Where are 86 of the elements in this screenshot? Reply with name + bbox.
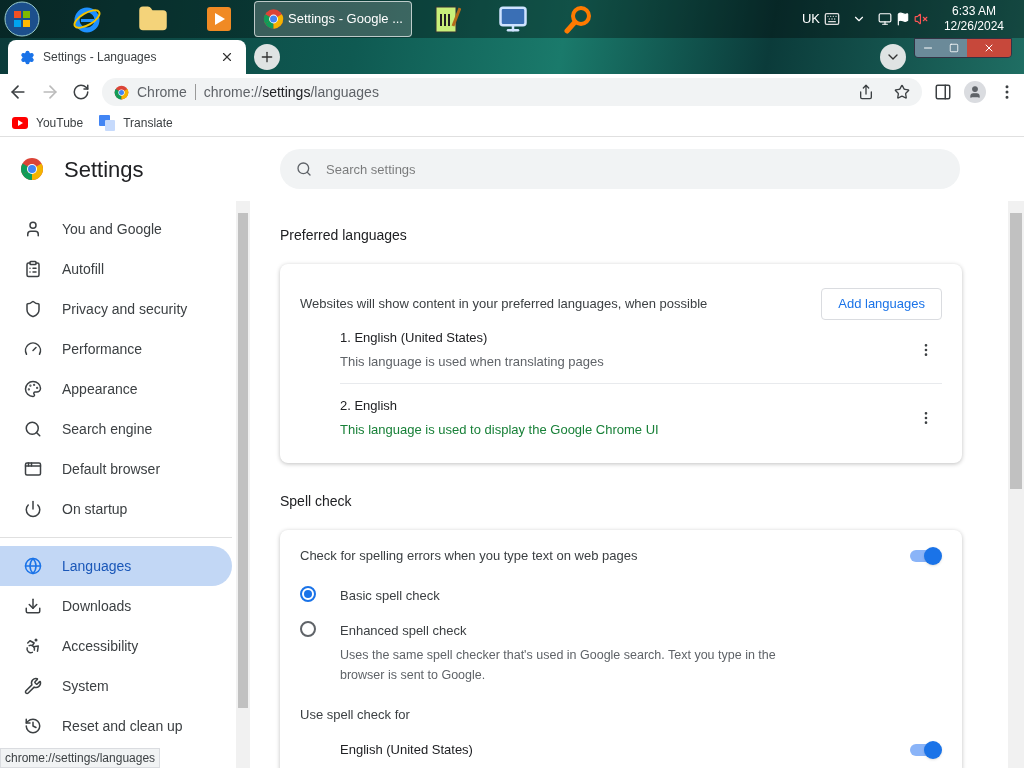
tab-search-button[interactable]	[880, 44, 906, 70]
bookmark-link[interactable]: YouTube	[12, 114, 84, 132]
share-icon[interactable]	[858, 84, 874, 100]
reload-icon[interactable]	[72, 83, 90, 101]
language-note: This language is used when translating pages	[340, 352, 605, 371]
search-icon	[24, 420, 42, 438]
option-description: Uses the same spell checker that's used in Google search. Text you type in the browser is sent to Google.	[340, 646, 777, 684]
notepad-icon[interactable]	[433, 4, 461, 34]
settings-title: Settings	[64, 155, 144, 184]
scrollbar[interactable]	[1008, 201, 1024, 768]
language-note: This language is used to display the Google Chrome UI	[340, 420, 660, 439]
search-field[interactable]: Search settings	[280, 149, 960, 189]
profile-avatar[interactable]	[964, 81, 986, 103]
card-description: Websites will show content in your preferred languages, when possible	[300, 295, 708, 314]
clock-date[interactable]: 12/26/2024	[943, 19, 1004, 34]
tab-title: Settings - Languages	[43, 49, 158, 66]
chrome-logo-icon	[20, 157, 44, 181]
setting-label: Check for spelling errors when you type text on web pages	[300, 547, 638, 565]
sidebar-item[interactable]: Downloads	[0, 586, 232, 626]
sidebar-item[interactable]: Privacy and security	[0, 289, 232, 329]
status-bubble: chrome://settings/languages	[0, 748, 161, 768]
maximize-icon	[949, 43, 959, 53]
monitor-icon[interactable]	[498, 4, 528, 34]
url-text: chrome://settings/languages	[203, 82, 379, 102]
close-tab-icon[interactable]	[220, 50, 234, 64]
radio-button[interactable]	[300, 585, 316, 602]
gauge-icon	[24, 340, 42, 358]
plus-icon	[259, 49, 275, 65]
search-icon	[296, 161, 312, 177]
keyboard-icon[interactable]	[823, 11, 840, 27]
sidebar-item[interactable]: Autofill	[0, 249, 232, 289]
scrollbar[interactable]	[236, 201, 250, 768]
translate-icon	[99, 115, 116, 131]
sidebar-item[interactable]: Appearance	[0, 369, 232, 409]
language-name: 2. English	[340, 397, 399, 415]
person-figure-icon	[24, 637, 42, 655]
bookmark-star-icon[interactable]	[894, 84, 910, 100]
download-icon	[24, 597, 42, 615]
site-label: Chrome	[137, 82, 187, 102]
new-tab-button[interactable]	[254, 44, 280, 70]
sidebar-item[interactable]: Languages	[0, 546, 232, 586]
sidebar-item[interactable]: You and Google	[0, 209, 232, 249]
taskbar-chrome-button[interactable]: Settings - Google ...	[254, 1, 412, 37]
gear-icon	[20, 49, 35, 65]
section-heading: Preferred languages	[280, 226, 408, 245]
add-languages-button[interactable]: Add languages	[821, 288, 942, 320]
media-player-icon[interactable]	[205, 5, 233, 33]
network-icon[interactable]	[877, 12, 892, 26]
sidebar-item[interactable]: Reset and clean up	[0, 706, 232, 746]
section-heading: Spell check	[280, 492, 353, 511]
sidebar-item[interactable]: Default browser	[0, 449, 232, 489]
option-label: Basic spell check	[340, 586, 441, 605]
play-logo-icon	[12, 117, 28, 129]
globe-icon	[24, 557, 42, 575]
site-icon	[114, 84, 129, 100]
spell-check-toggle[interactable]	[910, 546, 942, 565]
sidebar-item[interactable]: On startup	[0, 489, 232, 529]
search-icon[interactable]	[564, 4, 594, 34]
history-icon	[24, 717, 42, 735]
start-orb-icon[interactable]	[4, 1, 40, 37]
browser-tab[interactable]: Settings - Languages	[8, 40, 246, 74]
bookmark-link[interactable]: Translate	[99, 114, 173, 132]
person-icon	[24, 220, 42, 238]
muted-speaker-icon[interactable]	[913, 12, 928, 26]
sidebar-item[interactable]: Performance	[0, 329, 232, 369]
language-toggle[interactable]	[910, 740, 942, 759]
power-icon	[24, 500, 42, 518]
language-indicator[interactable]: UK	[801, 9, 820, 29]
option-label: Enhanced spell check	[340, 622, 468, 640]
side-panel-icon[interactable]	[934, 83, 952, 101]
close-icon	[983, 42, 995, 54]
language-name: 1. English (United States)	[340, 329, 489, 347]
clipboard-icon	[24, 260, 42, 278]
setting-label: Use spell check for	[300, 705, 411, 724]
radio-button[interactable]	[300, 621, 316, 637]
sidebar-item[interactable]: Accessibility	[0, 626, 232, 666]
sidebar-item[interactable]: Search engine	[0, 409, 232, 449]
address-bar[interactable]: Chrome chrome://settings/languages	[102, 78, 922, 106]
sidebar-item[interactable]: System	[0, 666, 232, 706]
clock-time[interactable]: 6:33 AM	[951, 4, 996, 19]
palette-icon	[24, 380, 42, 398]
shield-icon	[24, 300, 42, 318]
wrench-icon	[24, 677, 42, 695]
flag-icon[interactable]	[895, 12, 910, 26]
browser-window-icon	[24, 460, 42, 478]
language-name: English (United States)	[340, 741, 473, 759]
